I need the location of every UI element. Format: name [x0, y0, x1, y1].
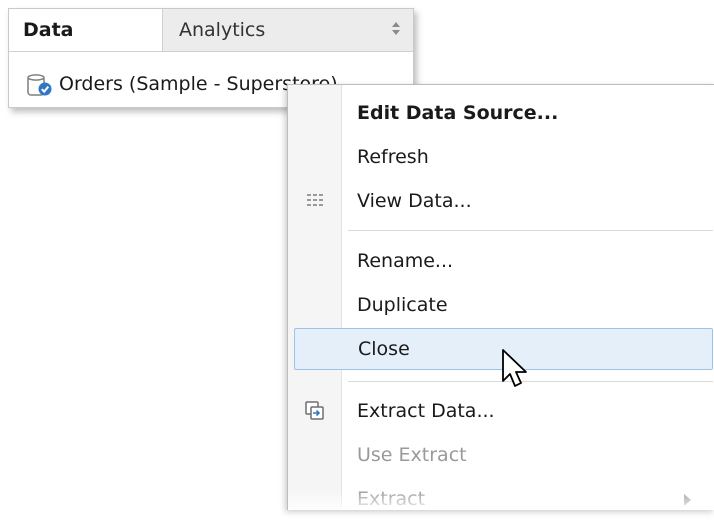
menu-item-refresh[interactable]: Refresh — [288, 135, 713, 179]
menu-item-label: Extract Data... — [357, 400, 495, 422]
grid-icon — [307, 194, 323, 206]
tab-data[interactable]: Data — [9, 9, 163, 51]
tab-spinner-icon[interactable] — [391, 22, 401, 38]
menu-item-view-data[interactable]: View Data... — [288, 179, 713, 223]
menu-item-label: Rename... — [357, 250, 454, 272]
menu-item-duplicate[interactable]: Duplicate — [288, 283, 713, 327]
menu-item-rename[interactable]: Rename... — [288, 239, 713, 283]
menu-item-use-extract: Use Extract — [288, 433, 713, 477]
menu-item-label: Duplicate — [357, 294, 448, 316]
menu-item-label: Close — [358, 338, 410, 360]
extract-icon — [305, 401, 324, 420]
menu-item-label: Edit Data Source... — [357, 102, 559, 124]
menu-item-extract-data[interactable]: Extract Data... — [288, 389, 713, 433]
menu-item-label: Refresh — [357, 146, 429, 168]
tab-data-label: Data — [23, 19, 74, 41]
context-menu: Edit Data Source... Refresh View Data...… — [287, 84, 714, 510]
mouse-pointer-icon — [502, 349, 527, 387]
menu-separator — [348, 381, 713, 382]
menu-item-edit-data-source[interactable]: Edit Data Source... — [288, 91, 713, 135]
menu-item-label: View Data... — [357, 190, 472, 212]
menu-item-label: Use Extract — [357, 444, 467, 466]
database-connected-icon — [27, 74, 52, 96]
menu-separator — [348, 230, 713, 231]
menu-bottom-fade — [288, 490, 714, 510]
tab-analytics[interactable]: Analytics — [163, 9, 413, 51]
tab-analytics-label: Analytics — [179, 19, 266, 41]
pane-tabs: Data Analytics — [9, 9, 413, 52]
